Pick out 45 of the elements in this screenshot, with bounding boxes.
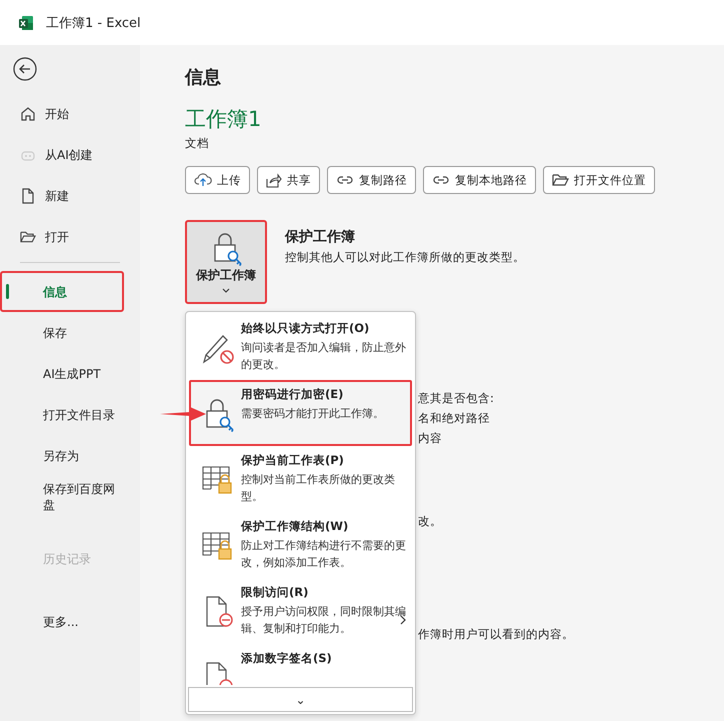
folder-icon xyxy=(20,230,36,244)
excel-logo-icon xyxy=(18,14,34,30)
workbook-title: 工作簿1 xyxy=(185,106,262,132)
caret-icon xyxy=(222,288,230,293)
scroll-down-button[interactable]: ⌄ xyxy=(188,687,413,712)
menu-item[interactable]: 保护工作簿结构(W) 防止对工作簿结构进行不需要的更改，例如添加工作表。 xyxy=(189,512,412,578)
partly-hidden-text: 作簿时用户可以看到的内容。 xyxy=(418,626,574,643)
action-button[interactable]: 打开文件位置 xyxy=(543,166,655,194)
sidebar-item[interactable]: 信息 xyxy=(0,271,124,312)
page-heading: 信息 xyxy=(185,66,222,89)
sidebar-item[interactable]: 新建 xyxy=(0,175,124,216)
link-icon xyxy=(336,174,354,186)
action-button[interactable]: 复制路径 xyxy=(327,166,416,194)
sidebar-item[interactable]: 从AI创建 xyxy=(0,134,124,175)
link-icon xyxy=(432,174,450,186)
share-icon xyxy=(266,172,282,188)
sidebar-item[interactable]: 更多... xyxy=(0,601,124,642)
partly-hidden-text: 意其是否包含: xyxy=(418,390,495,407)
menu-item[interactable]: 始终以只读方式打开(O) 询问读者是否加入编辑，防止意外的更改。 xyxy=(189,314,412,380)
cloud-upload-icon xyxy=(194,173,212,187)
document-icon xyxy=(21,188,35,204)
sidebar-item[interactable]: AI生成PPT xyxy=(0,353,124,394)
menu-item[interactable]: 添加数字签名(S) xyxy=(189,644,412,685)
protect-workbook-button[interactable]: 保护工作簿 xyxy=(185,220,267,304)
folder-icon xyxy=(552,173,569,187)
sidebar-item[interactable]: 保存到百度网盘 xyxy=(0,476,124,517)
menu-item[interactable]: 用密码进行加密(E) 需要密码才能打开此工作簿。 xyxy=(189,380,412,446)
partly-hidden-text: 改。 xyxy=(418,513,443,530)
action-button[interactable]: 共享 xyxy=(257,166,320,194)
partly-hidden-text: 名和绝对路径 xyxy=(418,410,491,427)
action-button[interactable]: 复制本地路径 xyxy=(423,166,536,194)
window-title: 工作簿1 - Excel xyxy=(46,14,141,32)
section-description: 控制其他人可以对此工作簿所做的更改类型。 xyxy=(285,250,525,265)
menu-item[interactable]: 保护当前工作表(P) 控制对当前工作表所做的更改类型。 xyxy=(189,446,412,512)
sidebar-item[interactable]: 保存 xyxy=(0,312,124,353)
sidebar-item[interactable]: 开始 xyxy=(0,93,124,134)
home-icon xyxy=(20,106,36,122)
sidebar-item[interactable]: 打开 xyxy=(0,216,124,257)
partly-hidden-text: 内容 xyxy=(418,430,443,447)
sidebar-item[interactable]: 打开文件目录 xyxy=(0,394,124,435)
menu-item[interactable]: 限制访问(R) 授予用户访问权限，同时限制其编辑、复制和打印能力。 xyxy=(189,578,412,644)
section-title: 保护工作簿 xyxy=(285,228,356,246)
document-type-label: 文档 xyxy=(185,136,209,151)
sidebar-item[interactable]: 另存为 xyxy=(0,435,124,476)
action-button[interactable]: 上传 xyxy=(185,166,250,194)
